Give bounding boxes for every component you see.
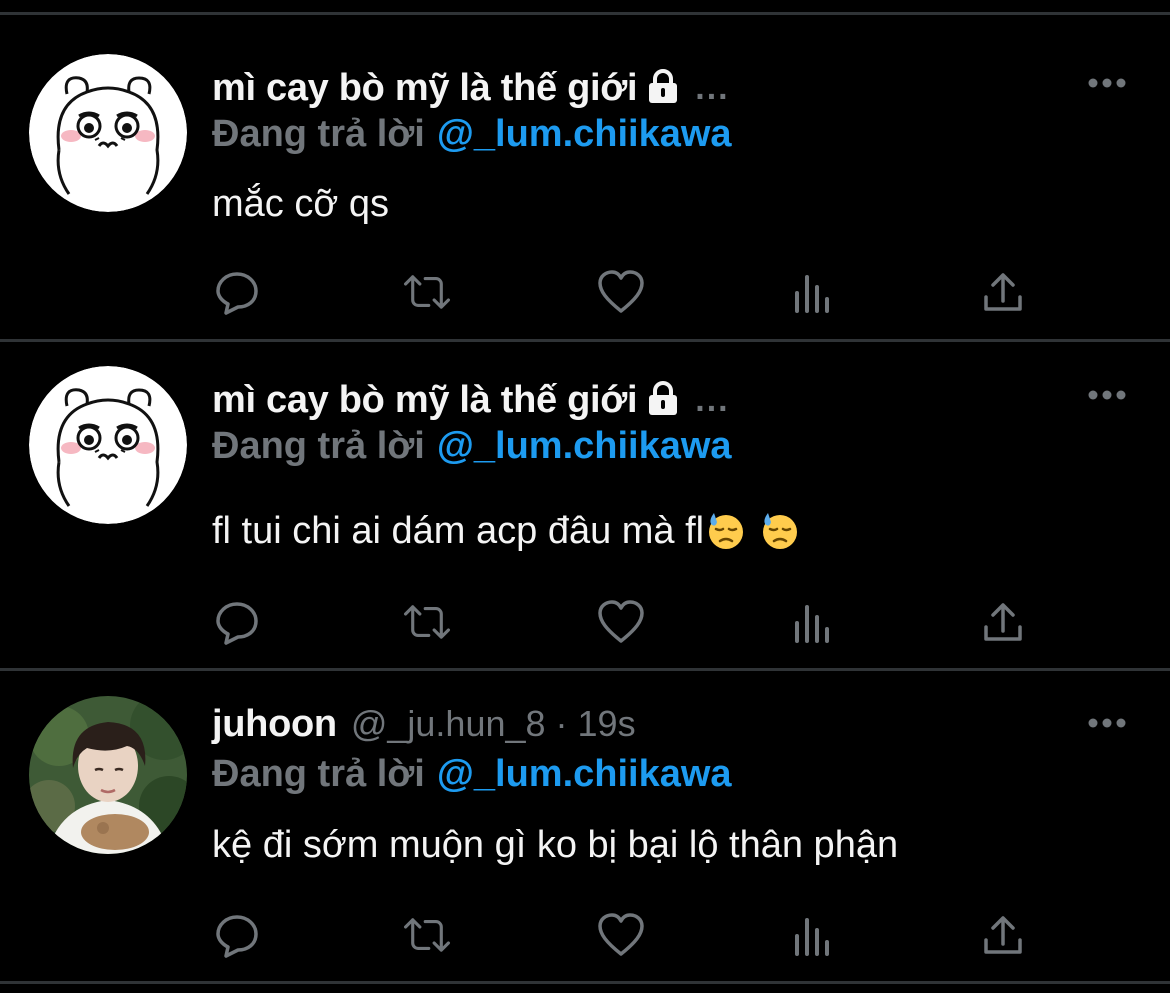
views-icon xyxy=(795,918,829,956)
user-handle[interactable]: @_ju.hun_8 xyxy=(351,703,546,745)
reply-label: Đang trả lời xyxy=(212,112,425,155)
reply-icon xyxy=(216,272,258,315)
reply-context: Đang trả lời @_lum.chiikawa xyxy=(212,749,732,799)
like-icon xyxy=(598,270,644,313)
bottom-divider xyxy=(0,981,1170,984)
tweet[interactable]: mì cay bò mỹ là thế giới ... Đang trả lờ… xyxy=(0,342,1170,668)
reply-mention-link[interactable]: @_lum.chiikawa xyxy=(437,425,732,468)
reply-button[interactable] xyxy=(212,597,262,647)
retweet-icon xyxy=(404,275,450,309)
lock-icon xyxy=(645,380,681,421)
tweet[interactable]: juhoon @_ju.hun_8 · 19s Đang trả lời @_l… xyxy=(0,671,1170,981)
reply-label: Đang trả lời xyxy=(212,424,425,467)
action-bar xyxy=(212,910,1032,960)
avatar[interactable] xyxy=(29,696,187,854)
hamster-avatar-icon xyxy=(29,54,187,212)
like-button[interactable] xyxy=(596,597,646,647)
retweet-icon xyxy=(404,605,450,639)
tweet-text-content: fl tui chi ai dám acp đâu mà fl xyxy=(212,509,705,552)
retweet-icon xyxy=(404,918,450,952)
like-icon xyxy=(598,913,644,956)
tweet-text: kệ đi sớm muộn gì ko bị bại lộ thân phận xyxy=(212,820,898,870)
downcast-face-with-sweat-icon xyxy=(760,511,800,551)
reply-button[interactable] xyxy=(212,910,262,960)
views-icon xyxy=(795,605,829,643)
tweet-text-content: kệ đi sớm muộn gì ko bị bại lộ thân phận xyxy=(212,823,899,866)
tweet-header: mì cay bò mỹ là thế giới ... xyxy=(212,375,730,425)
avatar[interactable] xyxy=(29,54,187,212)
share-icon xyxy=(984,273,1022,311)
views-button[interactable] xyxy=(788,910,838,960)
share-icon xyxy=(984,916,1022,954)
share-button[interactable] xyxy=(978,910,1028,960)
retweet-button[interactable] xyxy=(402,267,452,317)
display-name[interactable]: mì cay bò mỹ là thế giới xyxy=(212,67,638,110)
tweet-header: juhoon @_ju.hun_8 · 19s xyxy=(212,699,636,749)
action-bar xyxy=(212,267,1032,317)
hamster-avatar-icon xyxy=(29,366,187,524)
downcast-face-with-sweat-icon xyxy=(706,511,746,551)
views-button[interactable] xyxy=(788,597,838,647)
separator-dot: · xyxy=(555,703,568,744)
reply-icon xyxy=(216,915,258,958)
reply-mention-link[interactable]: @_lum.chiikawa xyxy=(437,753,732,796)
more-options-icon[interactable] xyxy=(1086,73,1128,93)
avatar[interactable] xyxy=(29,366,187,524)
views-button[interactable] xyxy=(788,267,838,317)
tweet-text: mắc cỡ qs xyxy=(212,179,389,229)
share-button[interactable] xyxy=(978,597,1028,647)
retweet-button[interactable] xyxy=(402,597,452,647)
action-bar xyxy=(212,597,1032,647)
reply-label: Đang trả lời xyxy=(212,752,425,795)
share-icon xyxy=(984,603,1022,641)
views-icon xyxy=(795,275,829,313)
tweet-text: fl tui chi ai dám acp đâu mà fl xyxy=(212,506,800,556)
share-button[interactable] xyxy=(978,267,1028,317)
tweet-header: mì cay bò mỹ là thế giới ... xyxy=(212,63,730,113)
like-icon xyxy=(598,600,644,643)
more-options-icon[interactable] xyxy=(1086,713,1128,733)
truncation-ellipsis: ... xyxy=(695,380,730,419)
tweet[interactable]: mì cay bò mỹ là thế giới ... Đang trả lờ… xyxy=(0,15,1170,339)
reply-button[interactable] xyxy=(212,267,262,317)
lock-icon xyxy=(645,68,681,109)
display-name[interactable]: juhoon xyxy=(212,703,337,746)
reply-icon xyxy=(216,602,258,645)
display-name[interactable]: mì cay bò mỹ là thế giới xyxy=(212,379,638,422)
more-options-icon[interactable] xyxy=(1086,385,1128,405)
reply-context: Đang trả lời @_lum.chiikawa xyxy=(212,109,732,159)
timestamp[interactable]: 19s xyxy=(578,703,636,745)
like-button[interactable] xyxy=(596,910,646,960)
tweet-text-content: mắc cỡ qs xyxy=(212,182,389,225)
reply-context: Đang trả lời @_lum.chiikawa xyxy=(212,421,732,471)
user-photo-avatar xyxy=(29,696,187,854)
reply-mention-link[interactable]: @_lum.chiikawa xyxy=(437,113,732,156)
like-button[interactable] xyxy=(596,267,646,317)
truncation-ellipsis: ... xyxy=(695,68,730,107)
retweet-button[interactable] xyxy=(402,910,452,960)
